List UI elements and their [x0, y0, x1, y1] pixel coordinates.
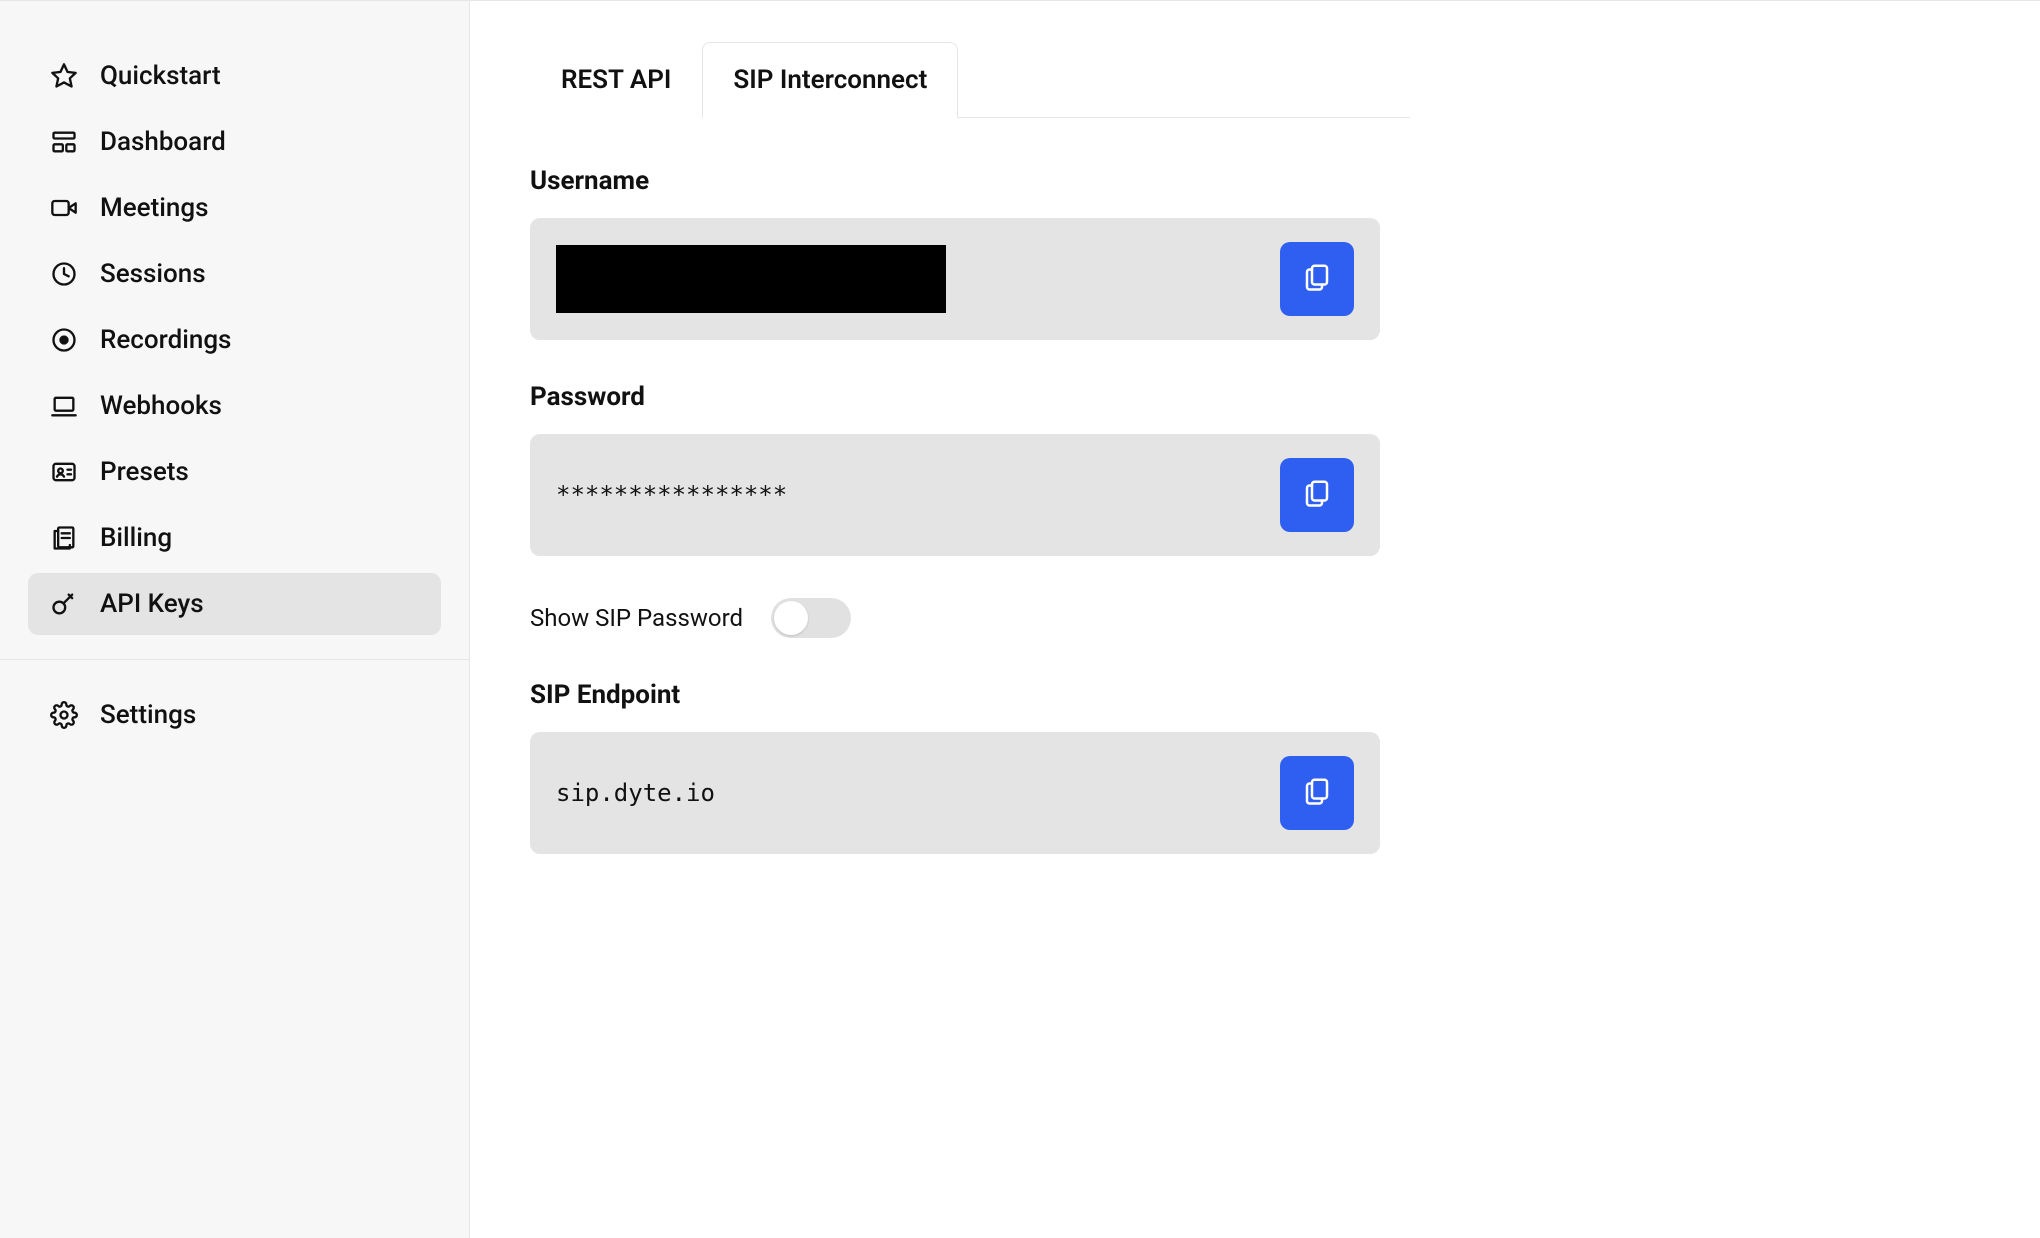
sidebar-item-sessions[interactable]: Sessions	[28, 243, 441, 305]
sidebar-item-label: Billing	[100, 523, 172, 553]
sidebar-item-label: API Keys	[100, 589, 204, 619]
endpoint-value: sip.dyte.io	[556, 779, 715, 807]
show-password-label: Show SIP Password	[530, 604, 743, 632]
username-block	[530, 218, 1380, 340]
tab-rest-api[interactable]: REST API	[530, 42, 702, 118]
sidebar-item-settings[interactable]: Settings	[28, 684, 441, 746]
sidebar-item-label: Recordings	[100, 325, 231, 355]
sidebar-main-group: Quickstart Dashboard Meetings Sessions R	[0, 31, 469, 649]
main-content: REST API SIP Interconnect Username Passw…	[470, 0, 2040, 1238]
sidebar-item-label: Quickstart	[100, 61, 221, 91]
key-icon	[50, 590, 78, 618]
show-password-toggle[interactable]	[771, 598, 851, 638]
copy-username-button[interactable]	[1280, 242, 1354, 316]
copy-icon	[1302, 774, 1332, 812]
sidebar-item-meetings[interactable]: Meetings	[28, 177, 441, 239]
sidebar-item-label: Webhooks	[100, 391, 222, 421]
password-value: ****************	[556, 481, 787, 509]
password-label: Password	[530, 382, 1980, 412]
sidebar-item-label: Presets	[100, 457, 189, 487]
sidebar-item-webhooks[interactable]: Webhooks	[28, 375, 441, 437]
copy-icon	[1302, 476, 1332, 514]
star-icon	[50, 62, 78, 90]
copy-password-button[interactable]	[1280, 458, 1354, 532]
endpoint-block: sip.dyte.io	[530, 732, 1380, 854]
password-block: ****************	[530, 434, 1380, 556]
tab-sip-interconnect[interactable]: SIP Interconnect	[702, 42, 958, 118]
sidebar-item-api-keys[interactable]: API Keys	[28, 573, 441, 635]
grid-icon	[50, 128, 78, 156]
sidebar-item-dashboard[interactable]: Dashboard	[28, 111, 441, 173]
username-value	[556, 245, 946, 313]
toggle-knob	[774, 601, 808, 635]
sidebar-item-label: Sessions	[100, 259, 206, 289]
sidebar-item-quickstart[interactable]: Quickstart	[28, 45, 441, 107]
copy-endpoint-button[interactable]	[1280, 756, 1354, 830]
username-label: Username	[530, 166, 1980, 196]
show-password-row: Show SIP Password	[530, 598, 1980, 638]
sidebar-divider	[0, 659, 469, 660]
tabs: REST API SIP Interconnect	[530, 41, 1410, 118]
sidebar-item-label: Dashboard	[100, 127, 226, 157]
clock-icon	[50, 260, 78, 288]
billing-icon	[50, 524, 78, 552]
laptop-icon	[50, 392, 78, 420]
sidebar-item-recordings[interactable]: Recordings	[28, 309, 441, 371]
endpoint-label: SIP Endpoint	[530, 680, 1980, 710]
copy-icon	[1302, 260, 1332, 298]
sidebar-item-presets[interactable]: Presets	[28, 441, 441, 503]
id-icon	[50, 458, 78, 486]
sidebar-item-billing[interactable]: Billing	[28, 507, 441, 569]
gear-icon	[50, 701, 78, 729]
sidebar: Quickstart Dashboard Meetings Sessions R	[0, 0, 470, 1238]
record-icon	[50, 326, 78, 354]
sidebar-footer-group: Settings	[0, 670, 469, 760]
sidebar-item-label: Settings	[100, 700, 196, 730]
sidebar-item-label: Meetings	[100, 193, 208, 223]
video-icon	[50, 194, 78, 222]
